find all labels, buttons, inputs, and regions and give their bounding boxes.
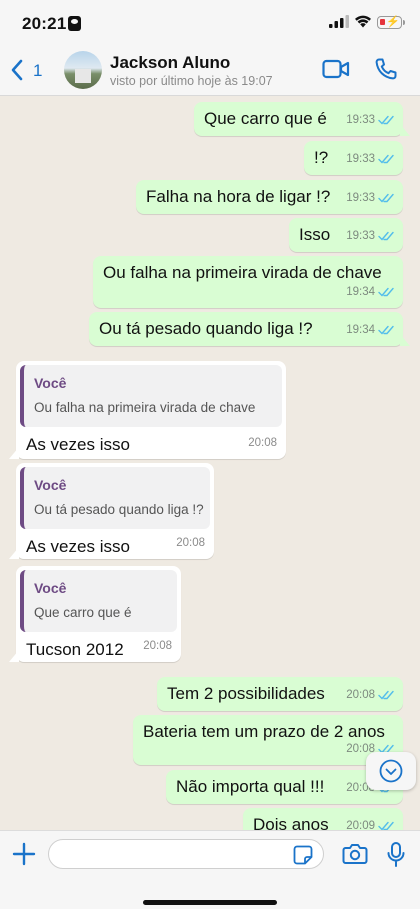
camera-button[interactable]	[342, 843, 368, 870]
message-time: 20:08	[248, 437, 277, 449]
camera-icon	[342, 844, 368, 864]
unread-count: 1	[33, 61, 43, 80]
message-text: Tem 2 possibilidades	[167, 684, 325, 703]
message-time: 19:33	[346, 153, 375, 165]
message-time: 19:33	[346, 230, 375, 242]
quote-author: Você	[34, 375, 67, 391]
double-check-icon	[378, 193, 394, 203]
quote-text: Ou tá pesado quando liga !?	[34, 502, 204, 517]
microphone-icon	[387, 842, 405, 867]
message-bubble[interactable]: Bateria tem um prazo de 2 anos 20:08	[133, 715, 403, 765]
attach-button[interactable]	[12, 842, 36, 871]
message-text: Não importa qual !!!	[176, 777, 325, 796]
double-check-icon	[378, 821, 394, 830]
message-time: 19:33	[346, 192, 375, 204]
message-text: !?	[314, 148, 329, 167]
quoted-message[interactable]: Você Ou falha na primeira virada de chav…	[20, 365, 282, 427]
double-check-icon	[378, 115, 394, 125]
message-text: Dois anos	[253, 815, 329, 830]
message-bubble[interactable]: Falha na hora de ligar !? 19:33	[136, 180, 403, 214]
message-text: Isso	[299, 225, 331, 244]
id-card-icon	[68, 16, 81, 31]
double-check-icon	[378, 325, 394, 335]
quote-author: Você	[34, 477, 67, 493]
composer-bar	[0, 830, 420, 909]
phone-icon	[375, 58, 397, 80]
double-check-icon	[378, 231, 394, 241]
message-text: As vezes isso	[26, 435, 130, 454]
quote-text: Ou falha na primeira virada de chave	[34, 400, 256, 415]
message-bubble[interactable]: !? 19:33	[304, 141, 403, 175]
quoted-message[interactable]: Você Ou tá pesado quando liga !?	[20, 467, 210, 529]
microphone-button[interactable]	[386, 841, 406, 874]
sticker-button[interactable]	[293, 845, 313, 870]
message-bubble[interactable]: Que carro que é 19:33	[194, 102, 410, 136]
back-button[interactable]: 1	[10, 54, 50, 86]
wifi-icon	[354, 15, 372, 33]
message-input[interactable]	[48, 839, 324, 869]
message-time: 19:34	[346, 324, 375, 336]
video-camera-icon	[322, 59, 350, 79]
quote-author: Você	[34, 580, 67, 596]
sticker-icon	[293, 845, 313, 865]
voice-call-button[interactable]	[374, 57, 398, 86]
double-check-icon	[378, 690, 394, 700]
status-bar: 20:21 ⚡	[0, 0, 420, 44]
chat-header: 1 Jackson Aluno visto por último hoje às…	[0, 44, 420, 96]
last-seen-status: visto por último hoje às 19:07	[110, 74, 273, 88]
message-time: 19:34	[346, 286, 375, 298]
quoted-message[interactable]: Você Que carro que é	[20, 570, 177, 632]
message-bubble[interactable]: Ou tá pesado quando liga !? 19:34	[89, 312, 410, 346]
avatar[interactable]	[64, 51, 102, 89]
message-text: As vezes isso	[26, 537, 130, 556]
message-bubble[interactable]: Tem 2 possibilidades 20:08	[157, 677, 403, 711]
double-check-icon	[378, 287, 394, 297]
message-text: Que carro que é	[204, 109, 327, 128]
message-list[interactable]: Que carro que é 19:33 !? 19:33 Falha na …	[0, 96, 420, 830]
message-time: 20:08	[143, 640, 172, 652]
plus-icon	[12, 842, 36, 866]
double-check-icon	[378, 154, 394, 164]
message-bubble[interactable]: Isso 19:33	[289, 218, 403, 252]
status-time: 20:21	[22, 14, 67, 33]
battery-icon: ⚡	[377, 16, 405, 29]
message-time: 20:08	[176, 537, 205, 549]
message-bubble-reply[interactable]: Você Ou falha na primeira virada de chav…	[9, 361, 286, 459]
message-time: 20:08	[346, 689, 375, 701]
scroll-to-bottom-button[interactable]	[366, 752, 416, 790]
message-text: Ou falha na primeira virada de chave	[103, 263, 382, 282]
message-bubble-reply[interactable]: Você Que carro que é Tucson 2012 20:08	[9, 566, 181, 662]
message-text: Falha na hora de ligar !?	[146, 187, 331, 206]
quote-text: Que carro que é	[34, 605, 132, 620]
contact-name[interactable]: Jackson Aluno	[110, 53, 230, 73]
signal-icon	[329, 15, 349, 33]
message-time: 20:09	[346, 820, 375, 830]
message-bubble[interactable]: Dois anos 20:09	[243, 808, 403, 830]
message-time: 19:33	[346, 114, 375, 126]
chevron-left-icon	[11, 59, 23, 81]
message-text: Tucson 2012	[26, 640, 124, 659]
message-bubble-reply[interactable]: Você Ou tá pesado quando liga !? As veze…	[9, 463, 214, 559]
home-indicator	[143, 900, 277, 905]
message-bubble[interactable]: Ou falha na primeira virada de chave 19:…	[93, 256, 403, 308]
chevron-down-icon	[379, 759, 403, 783]
message-text: Ou tá pesado quando liga !?	[99, 319, 313, 338]
video-call-button[interactable]	[322, 58, 350, 85]
